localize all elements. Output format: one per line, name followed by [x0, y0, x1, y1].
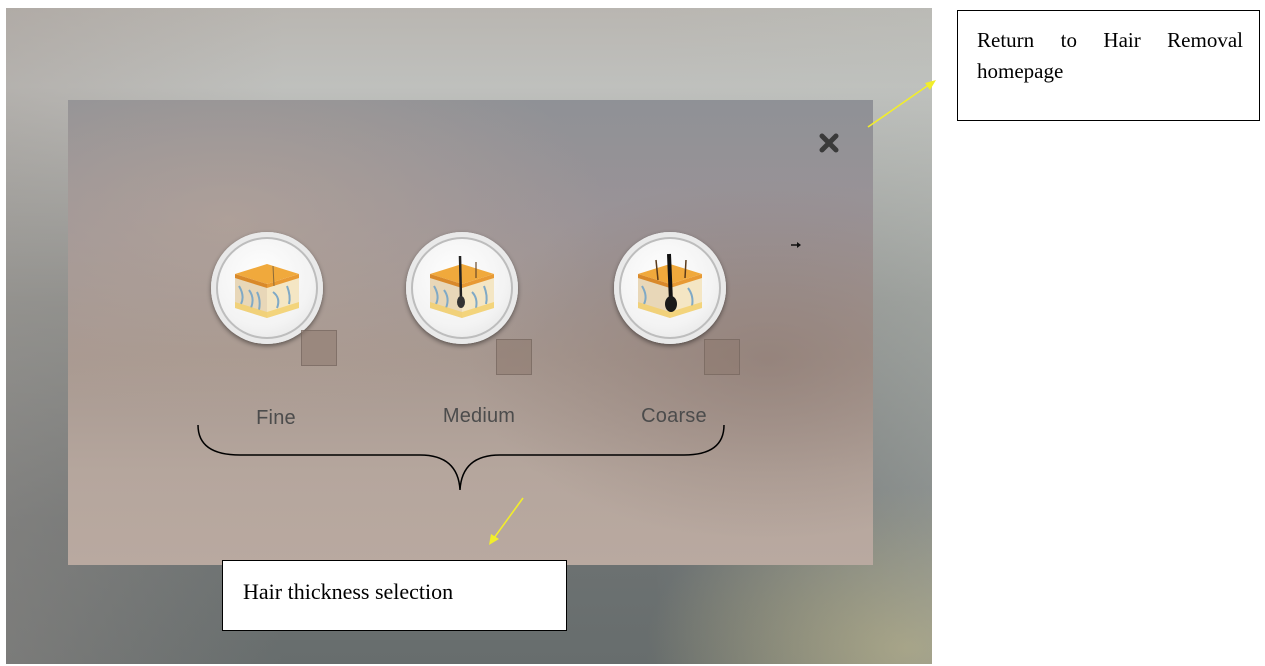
return-homepage-note: Return to Hair Removal homepage	[977, 28, 1243, 83]
hair-thickness-note: Hair thickness selection	[243, 579, 454, 604]
coarse-hair-button[interactable]	[614, 232, 726, 344]
fine-checkbox[interactable]	[301, 330, 337, 366]
hair-thickness-dialog: Fine Medium Coarse	[68, 100, 873, 565]
coarse-checkbox[interactable]	[704, 339, 740, 375]
medium-hair-button[interactable]	[406, 232, 518, 344]
coarse-label: Coarse	[641, 405, 707, 427]
skin-fine-hair-icon	[235, 264, 299, 318]
hair-thickness-callout: Hair thickness selection	[222, 560, 567, 631]
skin-coarse-hair-icon	[638, 253, 702, 318]
fine-hair-button[interactable]	[211, 232, 323, 344]
close-icon	[819, 133, 839, 153]
medium-label: Medium	[442, 405, 516, 427]
small-arrow-icon	[791, 242, 801, 248]
close-button[interactable]	[814, 128, 844, 158]
medium-checkbox[interactable]	[496, 339, 532, 375]
skin-medium-hair-icon	[430, 255, 494, 318]
fine-label: Fine	[256, 407, 296, 429]
return-homepage-callout: Return to Hair Removal homepage	[957, 10, 1260, 121]
